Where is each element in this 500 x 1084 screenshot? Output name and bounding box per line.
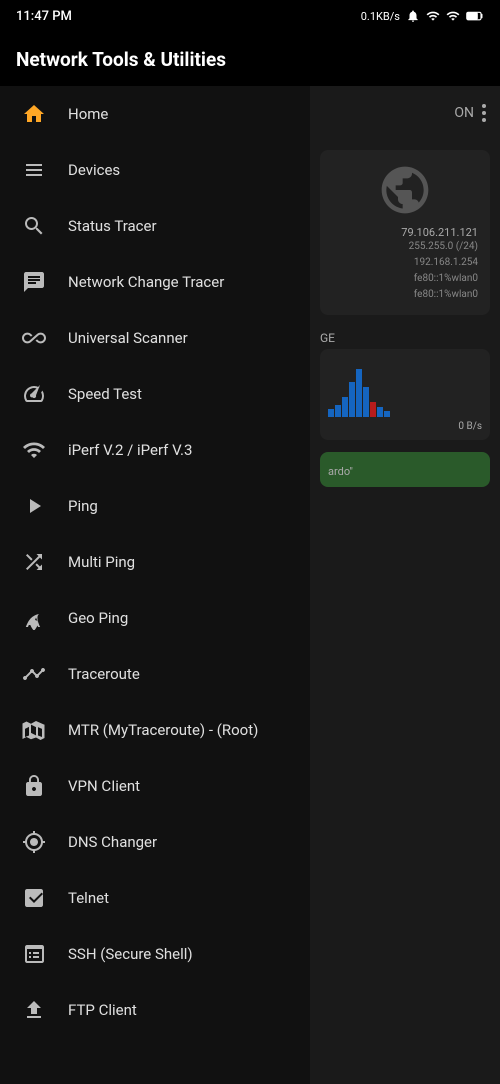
graph-card: 0 B/s xyxy=(320,349,490,440)
ssh-icon xyxy=(20,940,48,968)
sidebar-item-label-geo-ping: Geo Ping xyxy=(68,609,128,627)
geo-ping-icon xyxy=(20,604,48,632)
network-detail-3: fe80::1%wlan0 xyxy=(332,271,478,287)
bar xyxy=(342,397,348,417)
network-details: 255.255.0 (/24) 192.168.1.254 fe80::1%wl… xyxy=(332,239,478,303)
alarm-icon xyxy=(406,9,420,23)
vpn-icon xyxy=(20,772,48,800)
ip-address: 79.106.211.121 xyxy=(332,226,478,239)
sidebar-item-label-universal-scanner: Universal Scanner xyxy=(68,329,188,347)
sidebar-item-status-tracer[interactable]: Status Tracer xyxy=(0,198,310,254)
sidebar-item-label-home: Home xyxy=(68,105,108,123)
bar xyxy=(335,405,341,417)
network-detail-4: fe80::1%wlan0 xyxy=(332,287,478,303)
sidebar-item-telnet[interactable]: Telnet xyxy=(0,870,310,926)
bar xyxy=(363,387,369,417)
sidebar-item-label-ftp: FTP Client xyxy=(68,1001,137,1019)
sidebar-item-label-vpn: VPN CIient xyxy=(68,777,140,795)
status-bar: 11:47 PM 0.1KB/s xyxy=(0,0,500,32)
sidebar-item-label-network-change-tracer: Network Change Tracer xyxy=(68,273,224,291)
bar xyxy=(377,407,383,417)
right-content: 79.106.211.121 255.255.0 (/24) 192.168.1… xyxy=(310,140,500,497)
sidebar-item-dns-changer[interactable]: DNS Changer xyxy=(0,814,310,870)
sidebar-item-label-devices: Devices xyxy=(68,161,120,179)
bar xyxy=(384,411,390,417)
network-info-card: 79.106.211.121 255.255.0 (/24) 192.168.1… xyxy=(320,150,490,315)
sidebar-item-ssh[interactable]: SSH (Secure Shell) xyxy=(0,926,310,982)
sidebar-item-label-ssh: SSH (Secure Shell) xyxy=(68,945,193,963)
network-detail-2: 192.168.1.254 xyxy=(332,255,478,271)
connection-name: ardo" xyxy=(328,465,353,478)
globe-icon xyxy=(377,162,433,218)
dns-changer-icon xyxy=(20,828,48,856)
sidebar-item-label-traceroute: Traceroute xyxy=(68,665,140,683)
sidebar-item-iperf[interactable]: iPerf V.2 / iPerf V.3 xyxy=(0,422,310,478)
ping-icon xyxy=(20,492,48,520)
bar xyxy=(328,409,334,417)
overflow-menu-button[interactable] xyxy=(482,104,486,122)
sidebar-item-vpn[interactable]: VPN CIient xyxy=(0,758,310,814)
sidebar-item-multi-ping[interactable]: Multi Ping xyxy=(0,534,310,590)
universal-scanner-icon xyxy=(20,324,48,352)
wifi-icon xyxy=(446,9,460,23)
sidebar-item-speed-test[interactable]: Speed Test xyxy=(0,366,310,422)
sidebar-item-devices[interactable]: Devices xyxy=(0,142,310,198)
sidebar-item-label-mtr: MTR (MyTraceroute) - (Root) xyxy=(68,721,258,739)
sidebar-item-mtr[interactable]: MTR (MyTraceroute) - (Root) xyxy=(0,702,310,758)
bar xyxy=(349,382,355,417)
speed-label: 0 B/s xyxy=(328,421,482,432)
multi-ping-icon xyxy=(20,548,48,576)
home-icon xyxy=(20,100,48,128)
graph-area xyxy=(328,357,482,417)
sidebar-item-label-iperf: iPerf V.2 / iPerf V.3 xyxy=(68,441,192,459)
sidebar-item-label-telnet: Telnet xyxy=(68,889,109,907)
connection-card: ardo" xyxy=(320,452,490,487)
sidebar-item-label-dns-changer: DNS Changer xyxy=(68,833,157,851)
sidebar-item-label-status-tracer: Status Tracer xyxy=(68,217,157,235)
sidebar-item-home[interactable]: Home xyxy=(0,86,310,142)
drawer-container: Home Devices Status Tracer Network Change T… xyxy=(0,86,500,1084)
telnet-icon xyxy=(20,884,48,912)
app-header: Network Tools & Utilities xyxy=(0,32,500,86)
sidebar-item-label-speed-test: Speed Test xyxy=(68,385,142,403)
sidebar-item-ftp[interactable]: FTP Client xyxy=(0,982,310,1038)
signal-icon xyxy=(426,9,440,23)
sidebar-item-universal-scanner[interactable]: Universal Scanner xyxy=(0,310,310,366)
iperf-icon xyxy=(20,436,48,464)
battery-icon xyxy=(466,10,484,22)
status-time: 11:47 PM xyxy=(16,9,72,24)
bar xyxy=(356,369,362,417)
sidebar-item-ping[interactable]: Ping xyxy=(0,478,310,534)
sidebar-item-label-ping: Ping xyxy=(68,497,98,515)
top-right-bar: ON xyxy=(310,86,500,140)
sidebar-item-traceroute[interactable]: Traceroute xyxy=(0,646,310,702)
app-title: Network Tools & Utilities xyxy=(16,48,484,71)
status-speed: 0.1KB/s xyxy=(361,10,400,23)
mtr-icon xyxy=(20,716,48,744)
devices-icon xyxy=(20,156,48,184)
speed-test-icon xyxy=(20,380,48,408)
traceroute-icon xyxy=(20,660,48,688)
sidebar-item-geo-ping[interactable]: Geo Ping xyxy=(0,590,310,646)
nav-drawer: Home Devices Status Tracer Network Change T… xyxy=(0,86,310,1084)
sidebar-item-label-multi-ping: Multi Ping xyxy=(68,553,135,571)
panel-on-label: ON xyxy=(454,105,474,121)
right-panel: ON 79.106.211.121 255.255.0 (/24) 192.16… xyxy=(310,86,500,1084)
bar-red xyxy=(370,402,376,417)
status-tracer-icon xyxy=(20,212,48,240)
connection-type-label: GE xyxy=(320,327,490,349)
network-change-tracer-icon xyxy=(20,268,48,296)
sidebar-item-network-change-tracer[interactable]: Network Change Tracer xyxy=(0,254,310,310)
network-detail-1: 255.255.0 (/24) xyxy=(332,239,478,255)
status-right: 0.1KB/s xyxy=(361,9,484,23)
ftp-icon xyxy=(20,996,48,1024)
